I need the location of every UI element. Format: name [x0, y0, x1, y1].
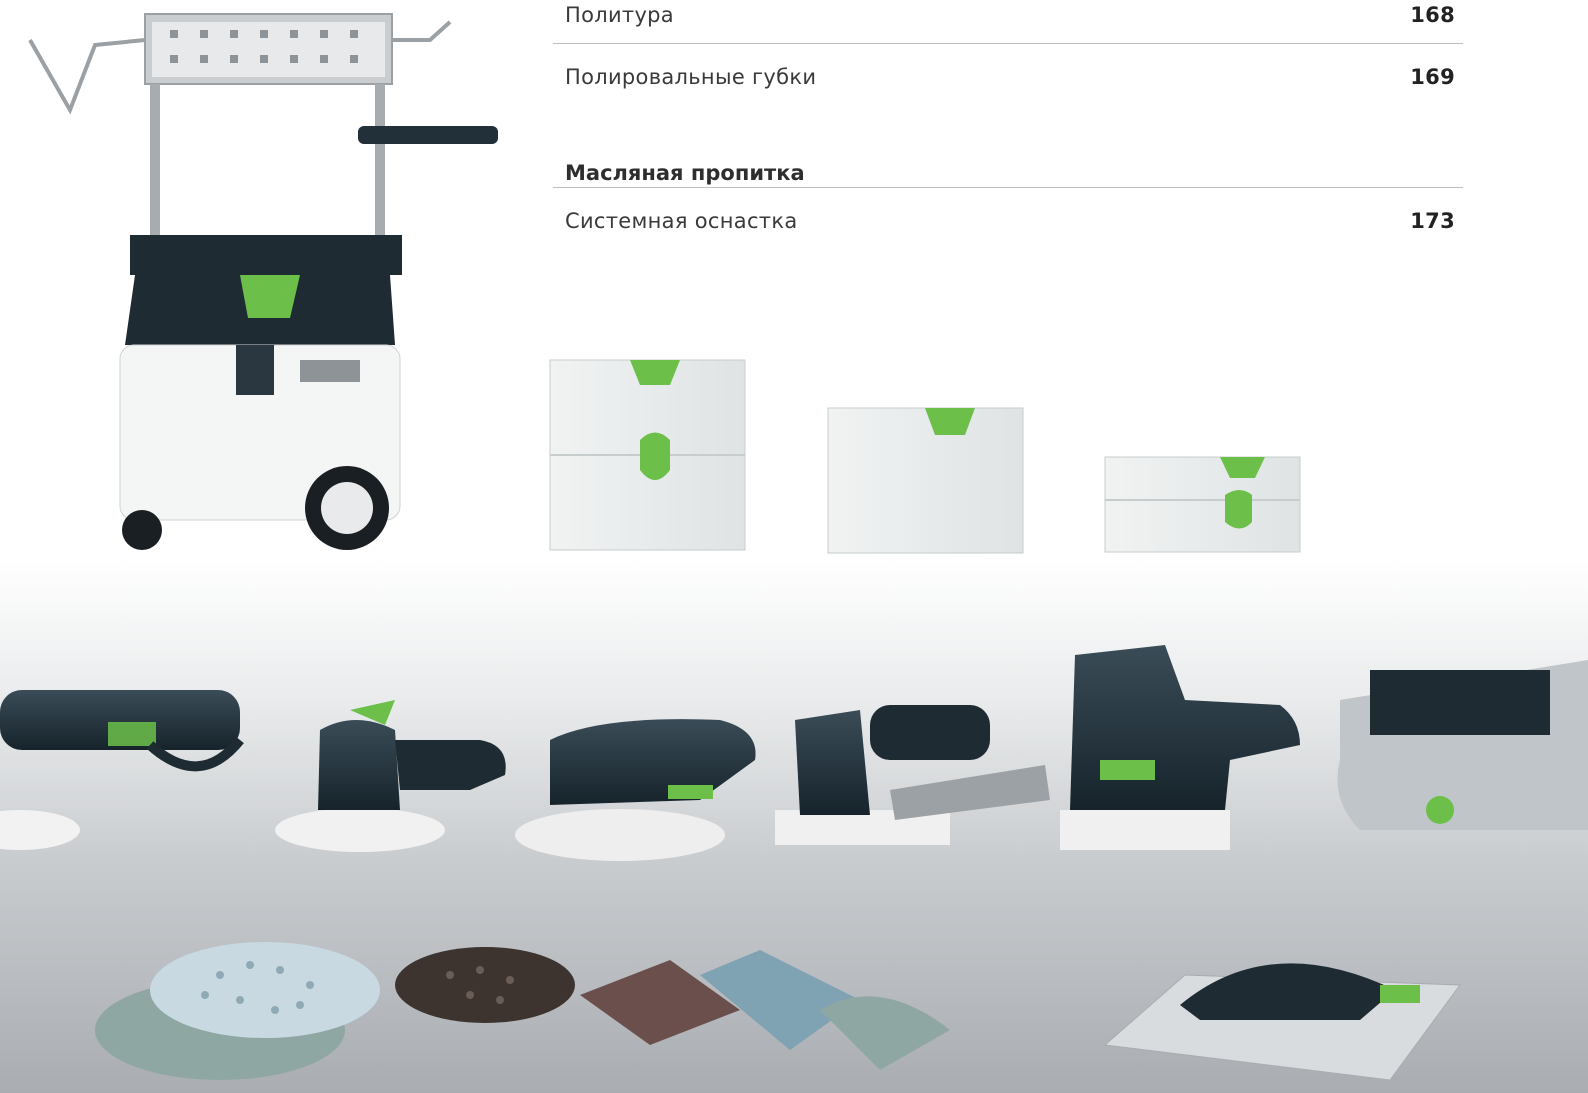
toc-entry-label: Системная оснастка — [565, 209, 798, 233]
toc-entry-label: Полировальные губки — [565, 65, 817, 89]
toc-entry-page: 169 — [1410, 65, 1455, 89]
abrasives — [95, 942, 1461, 1081]
toc-entry[interactable]: Системная оснастка 173 — [553, 209, 1463, 249]
vacuum-cart — [28, 13, 498, 550]
divider — [553, 43, 1463, 44]
catalog-page: Политура 168 Полировальные губки 169 Мас… — [0, 0, 1588, 1093]
divider — [553, 187, 1463, 188]
toc-entry[interactable]: Полировальные губки 169 — [553, 65, 1463, 105]
systainer-cases — [549, 359, 1301, 554]
toc-entry-page: 173 — [1410, 209, 1455, 233]
toc-entry-page: 168 — [1410, 3, 1455, 27]
section-heading: Масляная пропитка — [565, 161, 805, 185]
sanders-row — [0, 645, 1588, 861]
toc-entry-label: Политура — [565, 3, 674, 27]
toc-entry[interactable]: Политура 168 — [553, 3, 1463, 43]
